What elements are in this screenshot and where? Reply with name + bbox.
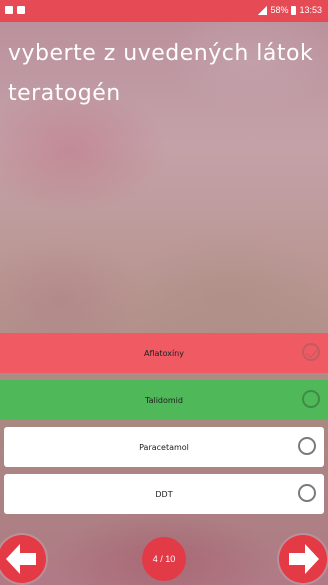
answer-options: Aflatoxíny Talidomid Paracetamol DDT [0,333,328,521]
quiz-screen: 58% 13:53 vyberte z uvedených látok tera… [0,0,328,585]
answer-radio-icon[interactable] [298,484,316,502]
clock: 13:53 [299,5,322,15]
answer-radio-icon[interactable] [302,343,320,361]
arrow-left-shaft [18,553,36,565]
gallery-notification-icon [5,6,13,14]
answer-label: DDT [155,489,173,499]
answer-label: Talidomid [145,395,183,405]
answer-option-talidomid[interactable]: Talidomid [0,380,328,420]
check-icon [305,345,318,359]
arrow-right-icon [305,544,319,574]
question-text: vyberte z uvedených látok teratogén [8,41,314,106]
battery-icon [291,5,297,15]
battery-percent: 58% [270,5,289,15]
message-notification-icon [17,6,25,14]
notification-icons [5,6,25,14]
signal-icon [257,5,268,15]
previous-question-button[interactable] [0,535,46,583]
bottom-navigation: 4 / 10 [0,529,328,585]
answer-option-paracetamol[interactable]: Paracetamol [4,427,324,467]
status-right: 58% 13:53 [257,5,322,15]
answer-option-aflatoxiny[interactable]: Aflatoxíny [0,333,328,373]
status-bar: 58% 13:53 [0,0,328,22]
next-question-button[interactable] [279,535,327,583]
question-progress-badge: 4 / 10 [142,537,186,581]
answer-label: Paracetamol [139,442,189,452]
answer-option-ddt[interactable]: DDT [4,474,324,514]
answer-radio-icon[interactable] [302,390,320,408]
answer-radio-icon[interactable] [298,437,316,455]
answer-label: Aflatoxíny [144,348,184,358]
